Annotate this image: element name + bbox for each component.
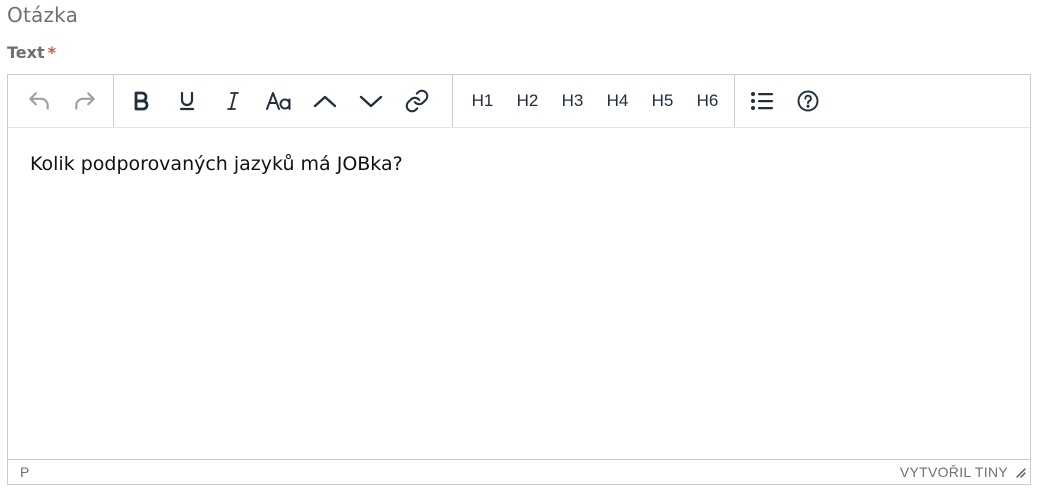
editor-content-area[interactable]: Kolik podporovaných jazyků má JOBka? [8, 128, 1030, 459]
heading-5-button[interactable]: H5 [643, 83, 682, 119]
undo-button[interactable] [19, 83, 59, 119]
font-size-button[interactable] [259, 83, 299, 119]
statusbar-right: VYTVOŘIL TINY [900, 464, 1026, 480]
link-button[interactable] [397, 83, 437, 119]
help-icon [797, 90, 819, 112]
link-icon [405, 89, 429, 113]
required-mark: * [47, 43, 56, 62]
redo-button[interactable] [65, 83, 105, 119]
underline-icon [179, 91, 195, 111]
rich-text-editor: H1 H2 H3 H4 H5 H6 Kolik podporovaných ja… [7, 74, 1031, 485]
bullet-list-button[interactable] [742, 83, 782, 119]
field-label-text: Text [7, 43, 45, 62]
toolbar-group-history [8, 75, 114, 127]
text-field-label: Text * [7, 43, 56, 62]
bold-icon [134, 91, 149, 111]
underline-button[interactable] [167, 83, 207, 119]
superscript-button[interactable] [305, 83, 345, 119]
section-title: Otázka [7, 3, 79, 27]
bullet-list-icon [751, 92, 773, 110]
italic-icon [227, 92, 239, 110]
font-size-icon [266, 92, 291, 110]
heading-2-button[interactable]: H2 [508, 83, 547, 119]
toolbar-group-headings: H1 H2 H3 H4 H5 H6 [453, 75, 735, 127]
subscript-button[interactable] [351, 83, 391, 119]
resize-handle-icon[interactable] [1014, 466, 1026, 478]
undo-icon [29, 92, 49, 110]
editor-paragraph: Kolik podporovaných jazyků má JOBka? [30, 153, 403, 175]
toolbar-group-format [114, 75, 453, 127]
redo-icon [75, 92, 95, 110]
toolbar-group-extra [735, 75, 835, 127]
chevron-up-icon [313, 95, 337, 108]
bold-button[interactable] [121, 83, 161, 119]
chevron-down-icon [359, 95, 383, 108]
help-button[interactable] [788, 83, 828, 119]
italic-button[interactable] [213, 83, 253, 119]
editor-toolbar: H1 H2 H3 H4 H5 H6 [8, 75, 1030, 128]
tiny-branding-link[interactable]: VYTVOŘIL TINY [900, 464, 1008, 480]
heading-4-button[interactable]: H4 [598, 83, 637, 119]
heading-6-button[interactable]: H6 [688, 83, 727, 119]
heading-3-button[interactable]: H3 [553, 83, 592, 119]
heading-1-button[interactable]: H1 [463, 83, 502, 119]
editor-statusbar: P VYTVOŘIL TINY [8, 459, 1030, 484]
element-path[interactable]: P [20, 464, 29, 480]
